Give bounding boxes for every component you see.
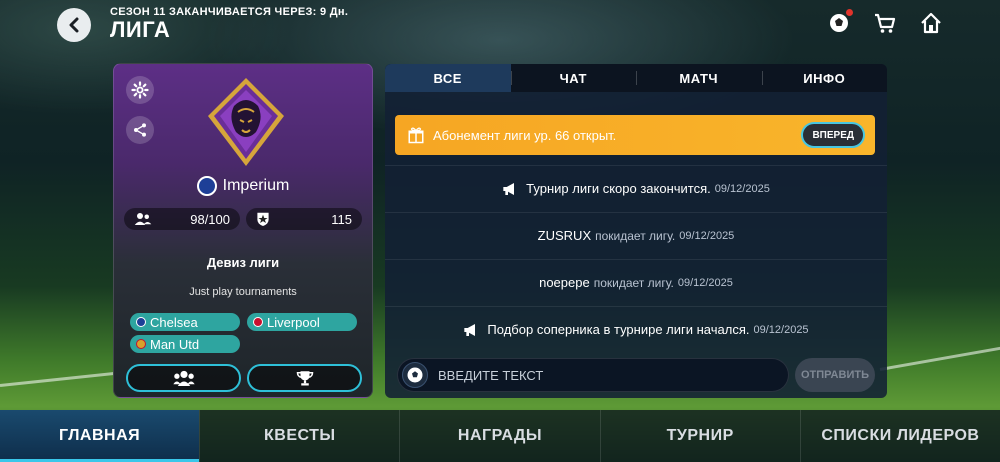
list-item: ZUSRUX покидает лигу. 09/12/2025 [385,212,887,258]
nav-rewards[interactable]: НАГРАДЫ [399,410,600,462]
league-feed-panel: ВСЕ ЧАТ МАТЧ ИНФО Абонемент лиги ур. 66 … [385,64,887,398]
team-chip-man-utd: Man Utd [130,335,240,353]
club-name: Imperium [222,177,290,194]
nav-home[interactable]: ГЛАВНАЯ [0,410,200,462]
message-text: Подбор соперника в турнире лиги начался. [487,322,750,337]
chelsea-badge-icon [136,317,146,327]
star-shield-icon [257,212,269,226]
motto-label: Девиз лиги [206,255,280,270]
team-chip-liverpool: Liverpool [247,313,357,331]
share-icon [134,123,146,137]
megaphone-icon [503,182,515,195]
top-icons [826,9,944,36]
page-title: ЛИГА [110,17,171,42]
list-item: noерере покидает лигу. 09/12/2025 [385,259,887,305]
message-text: покидает лигу. [593,275,674,290]
message-text: Турнир лиги скоро закончится. [526,181,711,196]
shop-button[interactable] [872,10,898,36]
pitch-line [0,370,130,387]
nav-leaderboards[interactable]: СПИСКИ ЛИДЕРОВ [799,410,1000,462]
pitch-line [879,345,1000,371]
members-icon [134,213,152,225]
notification-dot [846,9,853,16]
home-icon [921,12,941,34]
banner-message: Абонемент лиги ур. 66 открыт. [433,127,617,143]
share-button[interactable] [126,116,154,144]
tab-all[interactable]: ВСЕ [385,64,511,92]
back-icon [69,17,79,33]
members-icon [172,370,195,386]
message-date: 09/12/2025 [753,323,809,336]
message-text: покидает лигу. [595,228,676,243]
team-name: Man Utd [150,336,200,352]
back-button[interactable] [57,8,91,42]
settings-button[interactable] [126,76,154,104]
list-item: Подбор соперника в турнире лиги начался.… [385,306,887,352]
message-date: 09/12/2025 [677,276,733,289]
man-utd-badge-icon [136,339,146,349]
bottom-nav: ГЛАВНАЯ КВЕСТЫ НАГРАДЫ ТУРНИР СПИСКИ ЛИД… [0,410,1000,462]
tab-bar: ВСЕ ЧАТ МАТЧ ИНФО [385,64,887,92]
chat-input[interactable] [438,367,768,383]
message-user[interactable]: ZUSRUX [538,228,591,243]
nav-quests[interactable]: КВЕСТЫ [199,410,400,462]
rating-stat: 115 [246,208,362,230]
football-notification-button[interactable] [826,9,853,36]
motto-text: Just play tournaments [189,286,297,298]
football-icon [407,367,423,383]
members-button[interactable] [126,364,241,392]
rating-value: 115 [331,211,352,227]
banner-go-button[interactable]: ВПЕРЕД [801,122,865,148]
chat-input-bar [397,358,789,392]
team-name: Liverpool [267,314,320,330]
lion-crest-icon [208,78,284,166]
message-user[interactable]: noерере [539,275,590,290]
message-date: 09/12/2025 [714,182,770,195]
liverpool-badge-icon [253,317,263,327]
tab-info[interactable]: ИНФО [761,64,888,92]
gift-icon [408,127,424,144]
megaphone-icon [464,323,476,336]
tab-match[interactable]: МАТЧ [636,64,762,92]
chelsea-badge-icon [196,176,217,196]
emote-button[interactable] [402,362,428,388]
send-button[interactable]: ОТПРАВИТЬ [795,358,875,392]
message-date: 09/12/2025 [679,229,735,242]
members-stat: 98/100 [124,208,240,230]
list-item: Турнир лиги скоро закончится. 09/12/2025 [385,165,887,211]
club-line: Imperium [114,176,372,196]
members-count: 98/100 [190,211,230,227]
cart-icon [875,13,896,33]
nav-tournament[interactable]: ТУРНИР [599,410,800,462]
tab-chat[interactable]: ЧАТ [510,64,637,92]
home-button[interactable] [918,10,944,36]
trophy-button[interactable] [247,364,362,392]
league-pass-banner: Абонемент лиги ур. 66 открыт. ВПЕРЕД [395,115,875,155]
team-name: Chelsea [150,314,198,330]
team-chip-chelsea: Chelsea [130,313,240,331]
gear-icon [131,81,149,99]
league-card: Imperium 98/100 115 Девиз лиги Just play… [113,63,373,398]
trophy-icon [296,371,313,386]
